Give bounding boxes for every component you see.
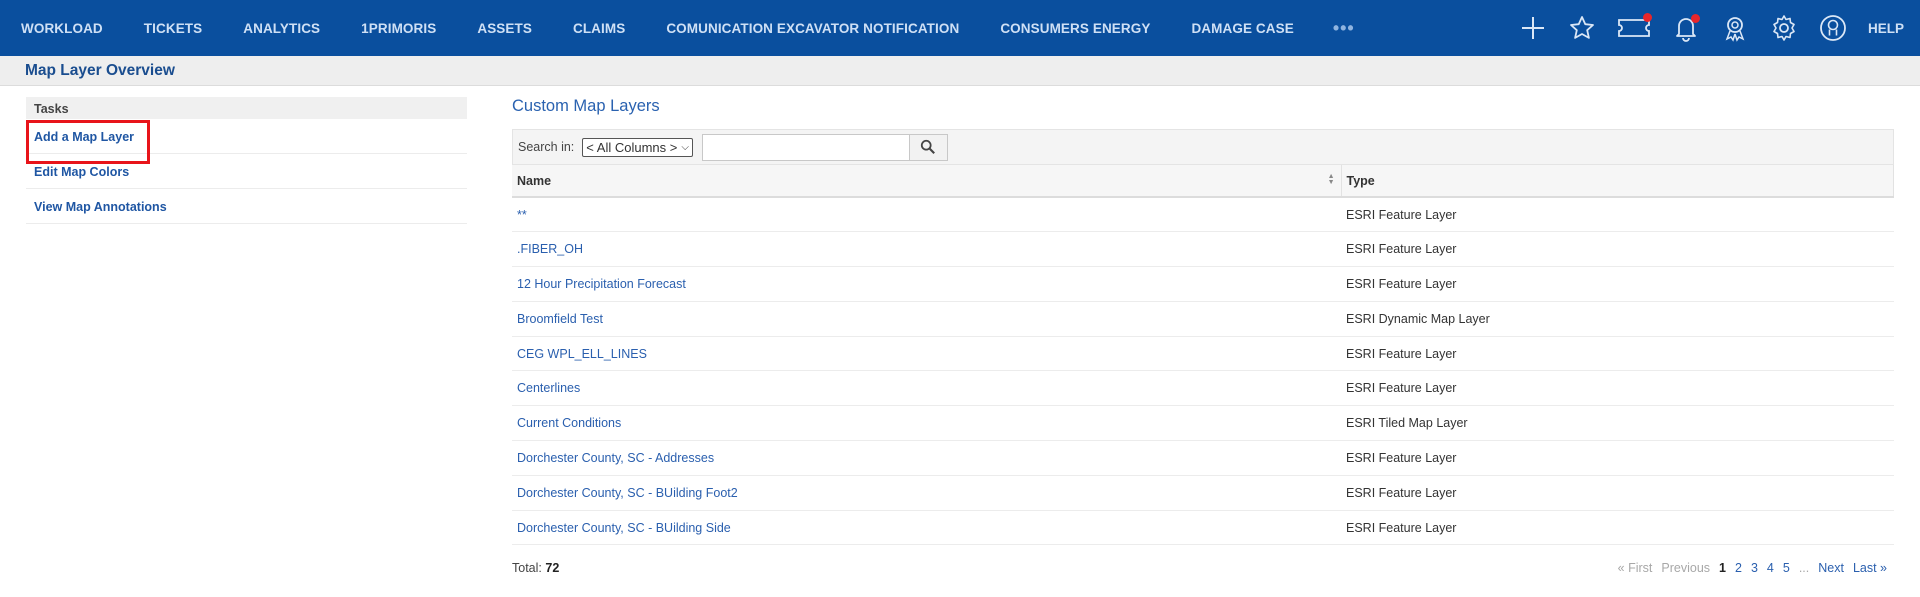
layer-name-link[interactable]: Broomfield Test (512, 301, 1341, 337)
user-icon[interactable] (1818, 13, 1848, 43)
layer-name-link[interactable]: 12 Hour Precipitation Forecast (512, 266, 1341, 302)
pager-page-2[interactable]: 2 (1735, 561, 1742, 575)
award-icon[interactable] (1720, 13, 1750, 43)
nav-item-comunication-excavator-notification[interactable]: COMUNICATION EXCAVATOR NOTIFICATION (666, 21, 959, 36)
custom-map-layers-section: Custom Map Layers Search in: < All Colum… (512, 97, 1894, 587)
layer-name-link[interactable]: CEG WPL_ELL_LINES (512, 336, 1341, 372)
search-label: Search in: (518, 140, 575, 154)
pager-page-1: 1 (1719, 561, 1726, 576)
bell-icon[interactable] (1671, 13, 1701, 43)
page-title: Map Layer Overview (25, 62, 175, 79)
layer-name-link[interactable]: Dorchester County, SC - BUilding Foot2 (512, 475, 1341, 511)
pager-ellipsis: ... (1798, 561, 1810, 576)
table-row: ** ESRI Feature Layer (512, 197, 1894, 233)
chevron-down-icon: ⌵ (681, 141, 689, 153)
column-header-name[interactable]: Name ▲ ▼ (512, 165, 1342, 198)
help-link[interactable]: HELP (1868, 21, 1904, 36)
pager-page-4[interactable]: 4 (1767, 561, 1774, 575)
layer-type: ESRI Feature Layer (1341, 231, 1894, 268)
table-row: .FIBER_OH ESRI Feature Layer (512, 231, 1894, 268)
tasks-panel: Tasks Add a Map Layer Edit Map Colors Vi… (26, 97, 467, 224)
grid-footer: Total: 72 « First Previous 1 2 3 4 5 ...… (512, 551, 1894, 587)
layer-type: ESRI Feature Layer (1341, 510, 1894, 546)
nav-item-analytics[interactable]: ANALYTICS (243, 21, 320, 36)
search-column-select-value: < All Columns > (586, 139, 678, 155)
pager-page-5[interactable]: 5 (1783, 561, 1790, 575)
pager-page-3[interactable]: 3 (1751, 561, 1758, 575)
search-input[interactable] (701, 133, 910, 161)
pager-last[interactable]: Last » (1853, 561, 1887, 575)
notification-dot (1690, 14, 1700, 23)
layer-name-link[interactable]: ** (512, 197, 1341, 233)
sort-icon: ▲ ▼ (1327, 173, 1335, 186)
tasks-header: Tasks (26, 97, 467, 119)
view-map-annotations-link[interactable]: View Map Annotations (26, 189, 467, 224)
layer-type: ESRI Dynamic Map Layer (1341, 301, 1894, 337)
layer-name-link[interactable]: Centerlines (512, 370, 1341, 407)
nav-item-consumers-energy[interactable]: CONSUMERS ENERGY (1000, 21, 1150, 36)
nav-more-button[interactable]: ••• (1333, 18, 1355, 39)
nav-item-assets[interactable]: ASSETS (477, 21, 532, 36)
table-header-row: Name ▲ ▼ Type (512, 165, 1894, 198)
column-header-type[interactable]: Type (1341, 165, 1894, 198)
notification-dot (1642, 13, 1652, 22)
nav-menu: WORKLOAD TICKETS ANALYTICS 1PRIMORIS ASS… (0, 0, 1355, 56)
page-header: Map Layer Overview (0, 56, 1920, 86)
nav-item-workload[interactable]: WORKLOAD (21, 21, 103, 36)
search-icon (921, 139, 936, 154)
layer-type: ESRI Feature Layer (1341, 266, 1894, 302)
nav-item-1primoris[interactable]: 1PRIMORIS (361, 21, 436, 36)
layer-name-link[interactable]: Dorchester County, SC - Addresses (512, 440, 1341, 476)
add-map-layer-link[interactable]: Add a Map Layer (26, 119, 467, 164)
star-icon[interactable] (1567, 13, 1597, 43)
section-title: Custom Map Layers (512, 97, 660, 115)
pager-first: « First (1617, 561, 1653, 576)
table-row: Dorchester County, SC - Addresses ESRI Fe… (512, 440, 1894, 476)
layer-name-link[interactable]: Current Conditions (512, 405, 1341, 442)
nav-item-tickets[interactable]: TICKETS (144, 21, 202, 36)
ticket-icon[interactable] (1616, 13, 1652, 43)
nav-actions: HELP (1499, 0, 1904, 56)
search-column-select[interactable]: < All Columns > ⌵ (582, 137, 693, 157)
table-row: Centerlines ESRI Feature Layer (512, 370, 1894, 407)
grid-search-toolbar: Search in: < All Columns > ⌵ (512, 129, 1894, 165)
search-button[interactable] (909, 133, 948, 161)
layer-type: ESRI Feature Layer (1341, 440, 1894, 476)
edit-map-colors-link[interactable]: Edit Map Colors (26, 154, 467, 189)
layer-name-link[interactable]: .FIBER_OH (512, 231, 1341, 268)
top-navigation-bar: WORKLOAD TICKETS ANALYTICS 1PRIMORIS ASS… (0, 0, 1920, 56)
pagination: « First Previous 1 2 3 4 5 ... Next Last… (1609, 561, 1887, 575)
total-value: 72 (545, 561, 560, 576)
table-row: Dorchester County, SC - BUilding Side ESR… (512, 510, 1894, 546)
total-count: Total: 72 (512, 561, 559, 575)
layer-type: ESRI Feature Layer (1341, 197, 1894, 233)
table-row: 12 Hour Precipitation Forecast ESRI Featu… (512, 266, 1894, 302)
pager-next[interactable]: Next (1818, 561, 1844, 575)
gear-icon[interactable] (1769, 13, 1799, 43)
layer-type: ESRI Feature Layer (1341, 336, 1894, 372)
table-row: Dorchester County, SC - BUilding Foot2 ES… (512, 475, 1894, 511)
nav-item-claims[interactable]: CLAIMS (573, 21, 625, 36)
nav-item-damage-case[interactable]: DAMAGE CASE (1191, 21, 1293, 36)
total-label: Total: (512, 561, 542, 576)
plus-icon[interactable] (1518, 13, 1548, 43)
layer-name-link[interactable]: Dorchester County, SC - BUilding Side (512, 510, 1341, 546)
table-row: Broomfield Test ESRI Dynamic Map Layer (512, 301, 1894, 337)
table-row: Current Conditions ESRI Tiled Map Layer (512, 405, 1894, 442)
pager-previous: Previous (1661, 561, 1711, 576)
layer-type: ESRI Feature Layer (1341, 370, 1894, 407)
table-row: CEG WPL_ELL_LINES ESRI Feature Layer (512, 336, 1894, 372)
map-layers-table: Name ▲ ▼ Type ** ESRI Feature Layer .FIBER_… (512, 165, 1894, 546)
layer-type: ESRI Feature Layer (1341, 475, 1894, 511)
layer-type: ESRI Tiled Map Layer (1341, 405, 1894, 442)
